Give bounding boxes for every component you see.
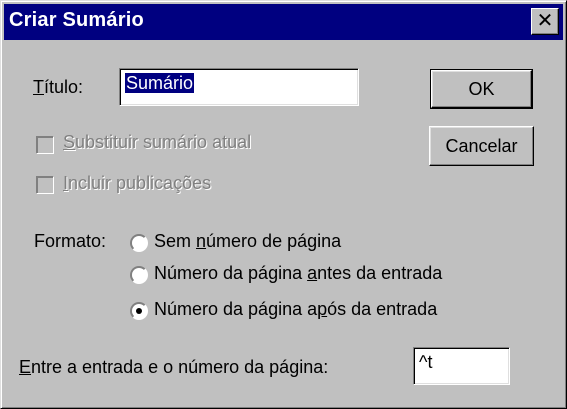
dialog-title: Criar Sumário — [9, 9, 144, 31]
criar-sumario-dialog: Criar Sumário ✕ Título: Sumário OK Cance… — [0, 0, 567, 409]
titulo-input[interactable]: Sumário — [119, 68, 359, 106]
substituir-sumario-checkbox[interactable] — [36, 136, 54, 154]
close-icon: ✕ — [536, 10, 554, 32]
substituir-sumario-label: Substituir sumário atual — [63, 132, 252, 152]
incluir-publicacoes-checkbox[interactable] — [36, 176, 54, 194]
radio-sem-numero-label: Sem número de página — [154, 231, 342, 251]
radio-selected-dot — [136, 308, 142, 314]
separador-input[interactable]: ^t — [413, 347, 510, 385]
radio-numero-antes[interactable] — [130, 266, 148, 284]
cancel-button[interactable]: Cancelar — [429, 126, 534, 166]
incluir-publicacoes-label: Incluir publicações — [63, 173, 212, 193]
titulo-label: Título: — [33, 77, 84, 97]
titulo-input-value: Sumário — [125, 73, 195, 93]
radio-numero-apos[interactable] — [130, 302, 148, 320]
formato-label: Formato: — [34, 231, 107, 251]
radio-numero-antes-label: Número da página antes da entrada — [154, 263, 443, 283]
radio-numero-apos-label: Número da página após da entrada — [154, 299, 438, 319]
separador-label: Entre a entrada e o número da página: — [19, 357, 329, 377]
ok-button[interactable]: OK — [430, 69, 533, 109]
title-bar[interactable]: Criar Sumário ✕ — [4, 4, 563, 40]
close-button[interactable]: ✕ — [531, 8, 559, 35]
radio-sem-numero[interactable] — [130, 234, 148, 252]
